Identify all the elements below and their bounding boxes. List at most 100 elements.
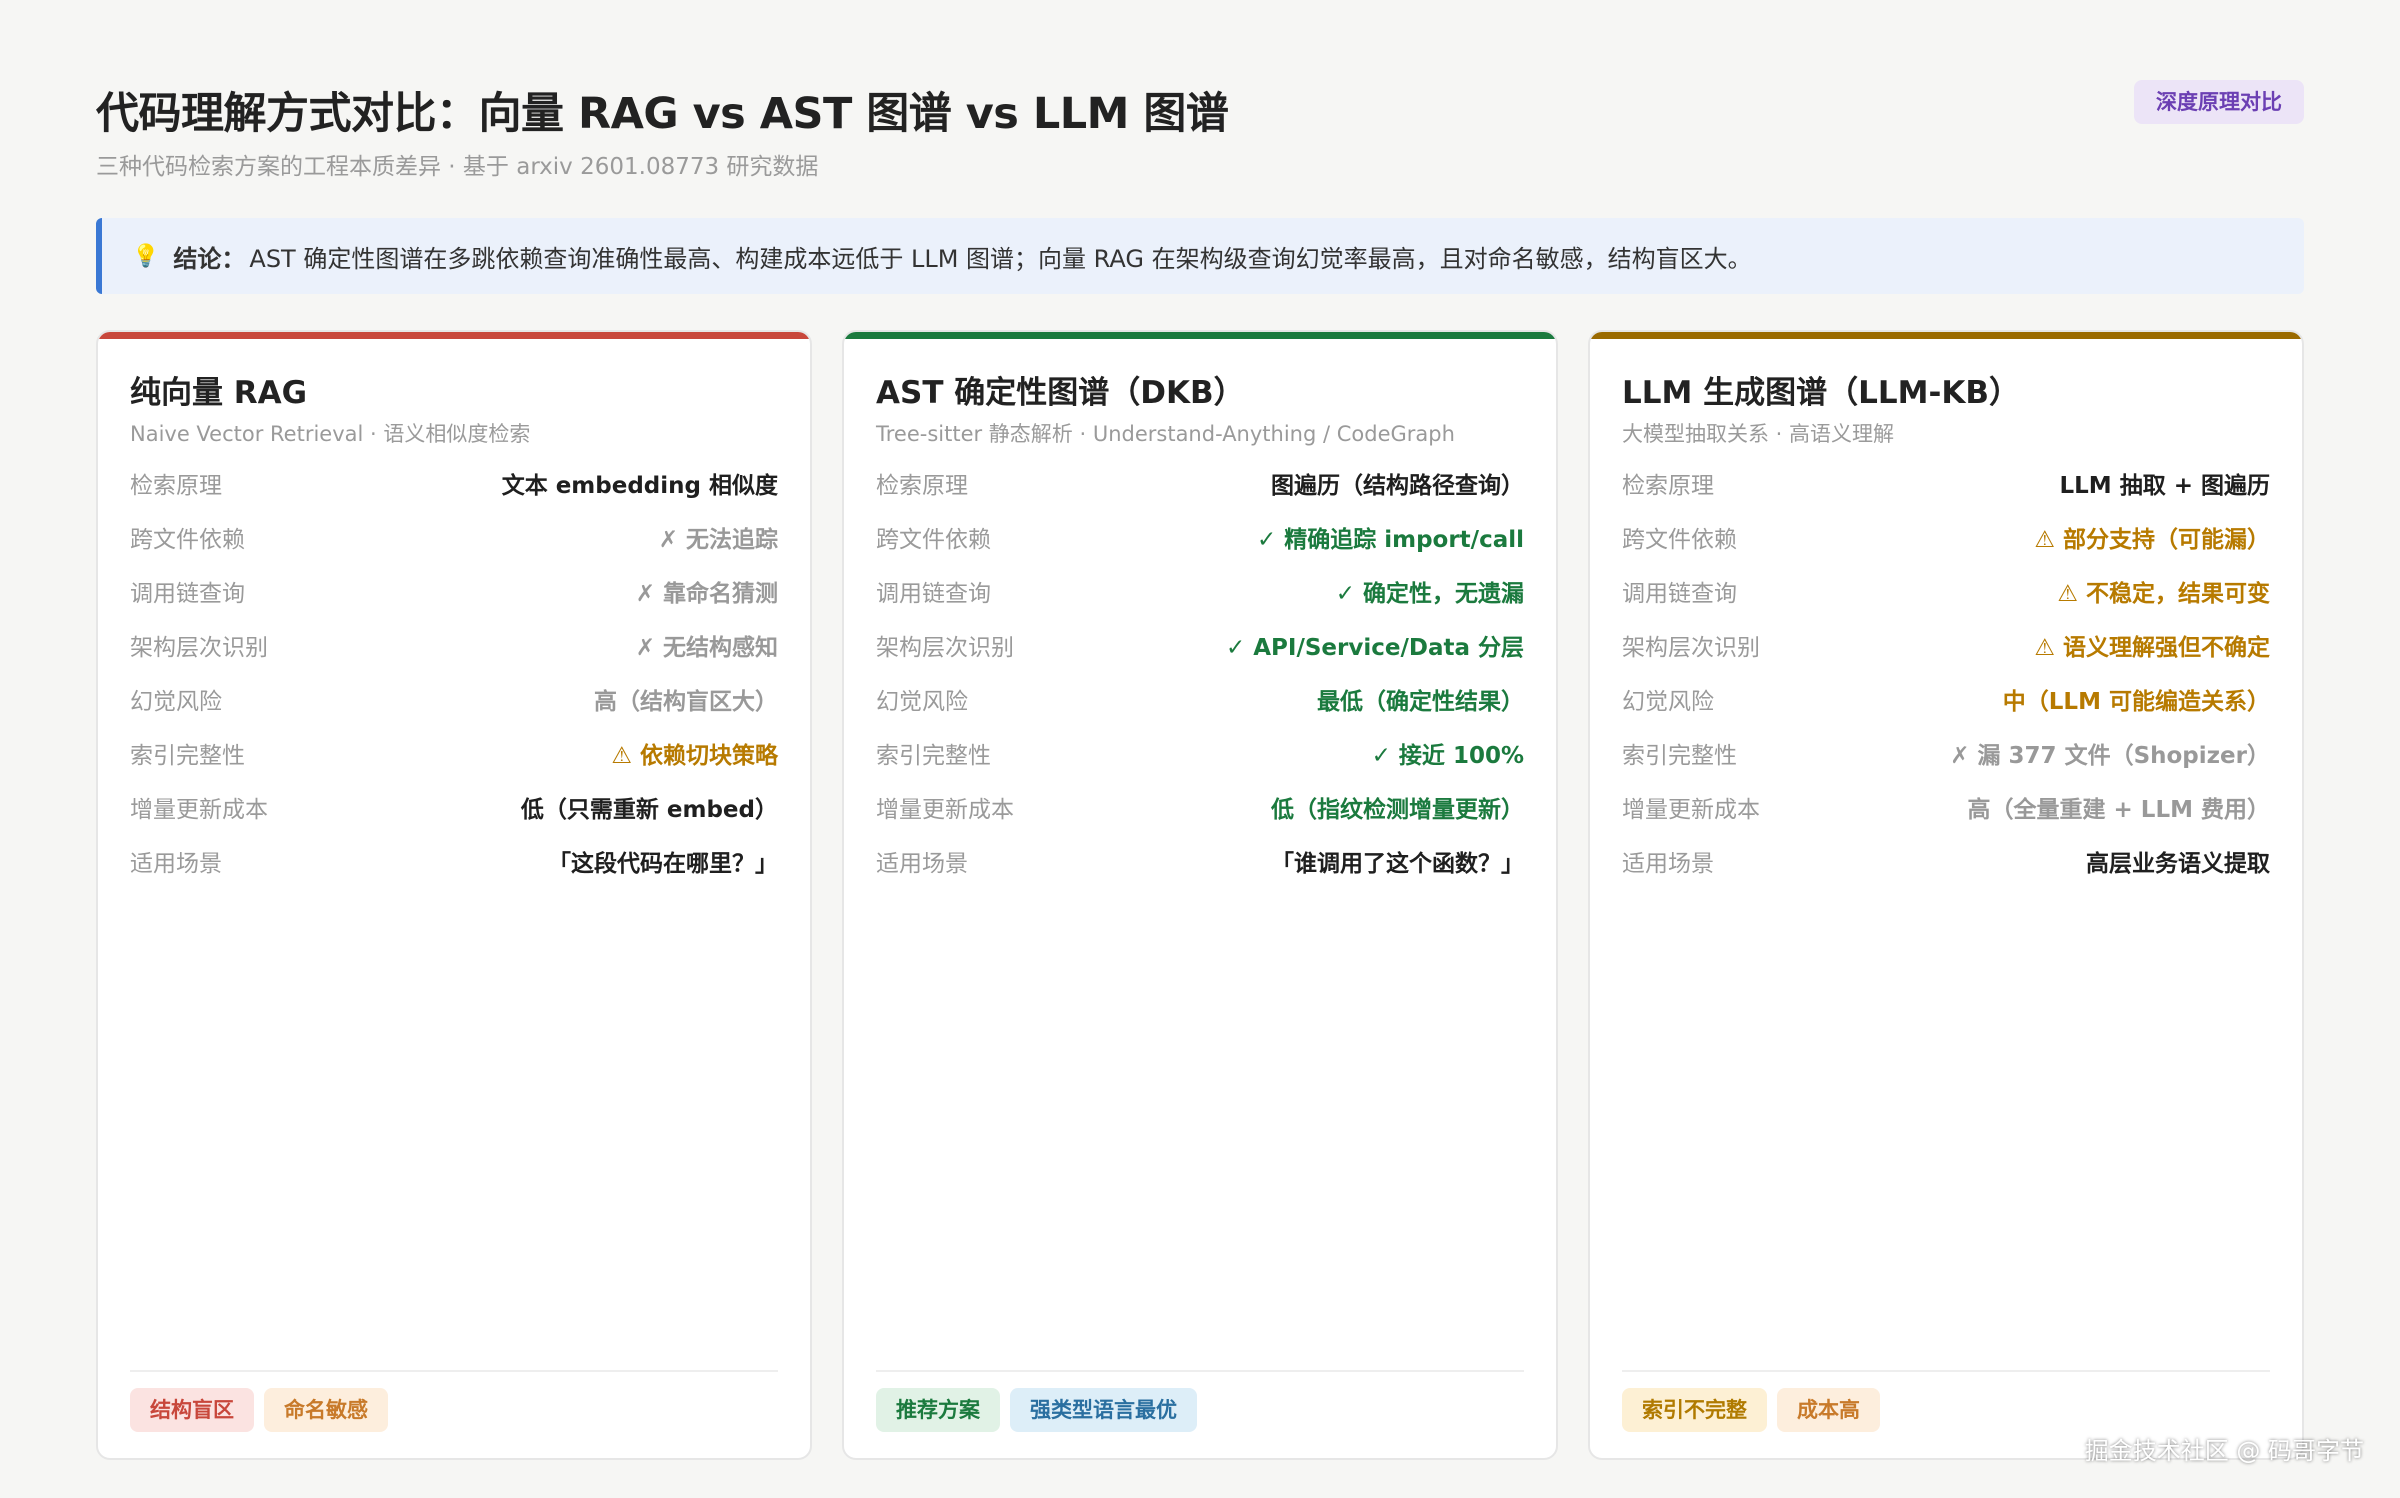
card-title: 纯向量 RAG <box>130 375 308 411</box>
row-value: 低（指纹检测增量更新） <box>1271 797 1524 823</box>
row-value: LLM 抽取 + 图遍历 <box>2059 473 2271 499</box>
row-label: 索引完整性 <box>1622 743 1737 769</box>
row-label: 增量更新成本 <box>876 797 1014 823</box>
card-row: 调用链查询 ✓ 确定性，无遗漏 <box>876 564 1524 618</box>
row-label: 跨文件依赖 <box>130 527 245 553</box>
row-value: ⚠ 部分支持（可能漏） <box>2034 527 2270 553</box>
card-tags: 索引不完整 成本高 <box>1622 1370 2270 1432</box>
row-value: ✓ 确定性，无遗漏 <box>1335 581 1524 607</box>
tag-badge: 强类型语言最优 <box>1010 1388 1197 1432</box>
lightbulb-icon: 💡 <box>132 243 160 269</box>
card-row: 适用场景 「这段代码在哪里？」 <box>130 834 778 888</box>
row-label: 架构层次识别 <box>130 635 268 661</box>
card-subtitle: Naive Vector Retrieval · 语义相似度检索 <box>130 422 531 446</box>
row-value: ✓ 精确追踪 import/call <box>1256 527 1524 553</box>
comparison-cards: 纯向量 RAG Naive Vector Retrieval · 语义相似度检索… <box>96 330 2308 1460</box>
row-label: 幻觉风险 <box>876 689 968 715</box>
tag-badge: 命名敏感 <box>264 1388 388 1432</box>
row-value: 低（只需重新 embed） <box>520 797 778 823</box>
row-label: 增量更新成本 <box>130 797 268 823</box>
card-row: 幻觉风险 高（结构盲区大） <box>130 672 778 726</box>
tag-badge: 推荐方案 <box>876 1388 1000 1432</box>
card-row: 架构层次识别 ✗ 无结构感知 <box>130 618 778 672</box>
row-value: ⚠ 依赖切块策略 <box>611 743 778 769</box>
row-value: 最低（确定性结果） <box>1317 689 1524 715</box>
row-label: 调用链查询 <box>1622 581 1737 607</box>
row-label: 跨文件依赖 <box>876 527 991 553</box>
row-label: 适用场景 <box>130 851 222 877</box>
page-subtitle: 三种代码检索方案的工程本质差异 · 基于 arxiv 2601.08773 研究… <box>96 154 819 180</box>
card-ast-dkb: AST 确定性图谱（DKB） Tree-sitter 静态解析 · Unders… <box>842 330 1558 1460</box>
row-label: 增量更新成本 <box>1622 797 1760 823</box>
card-row: 增量更新成本 低（只需重新 embed） <box>130 780 778 834</box>
card-title: LLM 生成图谱（LLM-KB） <box>1622 375 2021 411</box>
card-row: 跨文件依赖 ✗ 无法追踪 <box>130 510 778 564</box>
row-value: 「谁调用了这个函数？」 <box>1271 851 1524 877</box>
row-label: 跨文件依赖 <box>1622 527 1737 553</box>
card-llm-kb: LLM 生成图谱（LLM-KB） 大模型抽取关系 · 高语义理解 检索原理 LLM… <box>1588 330 2304 1460</box>
row-label: 调用链查询 <box>130 581 245 607</box>
row-value: 图遍历（结构路径查询） <box>1271 473 1524 499</box>
card-row: 索引完整性 ⚠ 依赖切块策略 <box>130 726 778 780</box>
row-label: 调用链查询 <box>876 581 991 607</box>
row-label: 架构层次识别 <box>876 635 1014 661</box>
row-value: ✗ 靠命名猜测 <box>635 581 778 607</box>
row-value: ✗ 无法追踪 <box>658 527 778 553</box>
card-row: 索引完整性 ✓ 接近 100% <box>876 726 1524 780</box>
card-row: 增量更新成本 高（全量重建 + LLM 费用） <box>1622 780 2270 834</box>
card-subtitle: Tree-sitter 静态解析 · Understand-Anything /… <box>876 422 1455 446</box>
row-value: ✓ API/Service/Data 分层 <box>1225 635 1524 661</box>
row-value: ⚠ 不稳定，结果可变 <box>2057 581 2270 607</box>
card-row: 架构层次识别 ⚠ 语义理解强但不确定 <box>1622 618 2270 672</box>
card-subtitle: 大模型抽取关系 · 高语义理解 <box>1622 422 1895 446</box>
card-row: 幻觉风险 最低（确定性结果） <box>876 672 1524 726</box>
row-value: ✗ 漏 377 文件（Shopizer） <box>1950 743 2270 769</box>
row-value: 高（结构盲区大） <box>594 689 778 715</box>
card-accent-bar <box>98 332 810 339</box>
card-title: AST 确定性图谱（DKB） <box>876 375 1245 411</box>
row-value: 「这段代码在哪里？」 <box>548 851 778 877</box>
conclusion-label: 结论： <box>173 244 246 273</box>
card-row: 检索原理 文本 embedding 相似度 <box>130 456 778 510</box>
row-label: 检索原理 <box>876 473 968 499</box>
row-value: ⚠ 语义理解强但不确定 <box>2034 635 2270 661</box>
page-title: 代码理解方式对比：向量 RAG vs AST 图谱 vs LLM 图谱 <box>96 89 1229 139</box>
row-label: 索引完整性 <box>130 743 245 769</box>
tag-badge: 索引不完整 <box>1622 1388 1767 1432</box>
row-value: ✓ 接近 100% <box>1371 743 1524 769</box>
row-value: ✗ 无结构感知 <box>635 635 778 661</box>
card-tags: 结构盲区 命名敏感 <box>130 1370 778 1432</box>
row-label: 幻觉风险 <box>1622 689 1714 715</box>
card-row: 调用链查询 ⚠ 不稳定，结果可变 <box>1622 564 2270 618</box>
row-label: 适用场景 <box>1622 851 1714 877</box>
row-label: 架构层次识别 <box>1622 635 1760 661</box>
tag-badge: 成本高 <box>1777 1388 1880 1432</box>
row-label: 检索原理 <box>130 473 222 499</box>
card-row: 检索原理 图遍历（结构路径查询） <box>876 456 1524 510</box>
card-row: 调用链查询 ✗ 靠命名猜测 <box>130 564 778 618</box>
card-accent-bar <box>844 332 1556 339</box>
card-row: 幻觉风险 中（LLM 可能编造关系） <box>1622 672 2270 726</box>
page-header: 代码理解方式对比：向量 RAG vs AST 图谱 vs LLM 图谱 三种代码… <box>96 80 2304 196</box>
card-row: 适用场景 高层业务语义提取 <box>1622 834 2270 888</box>
card-row: 跨文件依赖 ✓ 精确追踪 import/call <box>876 510 1524 564</box>
row-label: 检索原理 <box>1622 473 1714 499</box>
card-row: 索引完整性 ✗ 漏 377 文件（Shopizer） <box>1622 726 2270 780</box>
card-tags: 推荐方案 强类型语言最优 <box>876 1370 1524 1432</box>
card-accent-bar <box>1590 332 2302 339</box>
row-label: 索引完整性 <box>876 743 991 769</box>
row-value: 高（全量重建 + LLM 费用） <box>1967 797 2271 823</box>
conclusion-text: AST 确定性图谱在多跳依赖查询准确性最高、构建成本远低于 LLM 图谱；向量 … <box>249 244 1752 273</box>
comparison-badge: 深度原理对比 <box>2134 80 2304 124</box>
card-row: 跨文件依赖 ⚠ 部分支持（可能漏） <box>1622 510 2270 564</box>
row-value: 高层业务语义提取 <box>2086 851 2270 877</box>
card-vector-rag: 纯向量 RAG Naive Vector Retrieval · 语义相似度检索… <box>96 330 812 1460</box>
row-label: 幻觉风险 <box>130 689 222 715</box>
tag-badge: 结构盲区 <box>130 1388 254 1432</box>
row-label: 适用场景 <box>876 851 968 877</box>
card-row: 增量更新成本 低（指纹检测增量更新） <box>876 780 1524 834</box>
card-row: 适用场景 「谁调用了这个函数？」 <box>876 834 1524 888</box>
row-value: 文本 embedding 相似度 <box>501 473 778 499</box>
card-row: 检索原理 LLM 抽取 + 图遍历 <box>1622 456 2270 510</box>
watermark: 掘金技术社区 @ 码哥字节 <box>2084 1437 2364 1465</box>
